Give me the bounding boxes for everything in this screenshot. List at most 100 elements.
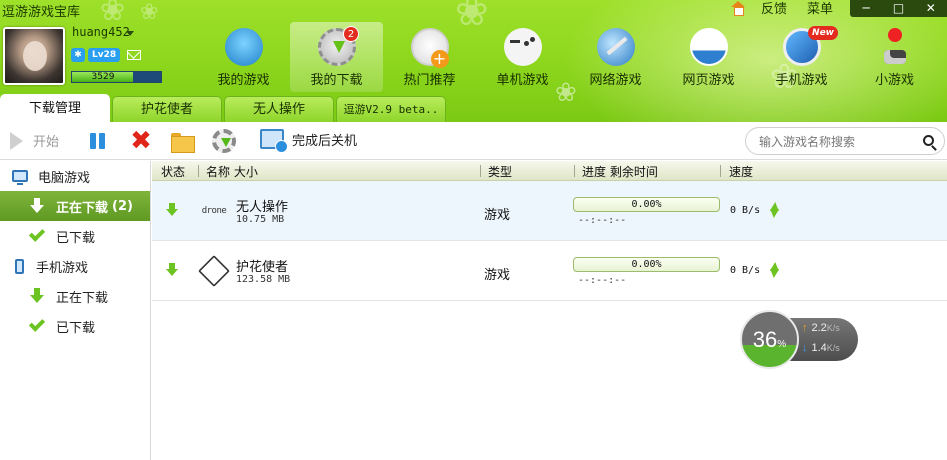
speed-percent-circle: 36% [740,310,799,369]
downloading-status-icon [166,263,178,277]
table-header: 状态 名称 大小 类型 进度 剩余时间 速度 [152,161,947,181]
nav-item-7[interactable]: 小游戏 [848,22,941,92]
table-row[interactable]: 护花使者 123.58 MB 游戏 0.00% --:--:-- 0 B/s [152,241,947,301]
download-speed: 0 B/s [730,265,761,276]
game-type: 游戏 [484,208,511,223]
qq-icon[interactable]: ✱ [71,48,85,62]
sidebar: 电脑游戏 正在下载 (2) 已下载 手机游戏 正在下载 已下载 [0,161,151,460]
nav-label: 网络游戏 [589,73,642,88]
nav-label: 小游戏 [874,73,914,88]
open-folder-button[interactable] [170,129,195,153]
nav-label: 我的下载 [310,73,363,88]
network-speed-widget[interactable]: 36% ↑ 2.2K/s ↓ 1.4K/s [740,310,858,369]
sidebar-category-mobile-games[interactable]: 手机游戏 [0,251,150,281]
minimize-button[interactable]: ─ [850,0,882,17]
shutdown-monitor-icon [260,129,288,153]
game-logo-unity-icon [198,255,230,287]
close-button[interactable]: ✕ [915,0,947,17]
shutdown-label: 完成后关机 [292,133,358,149]
accelerate-bolt-icon[interactable] [768,262,780,278]
start-label: 开始 [33,135,60,150]
download-settings-button[interactable] [212,129,236,153]
sidebar-item-pc-downloaded[interactable]: 已下载 [0,221,150,251]
play-icon [10,131,23,150]
download-arrow-icon: ↓ [802,342,808,354]
download-count: (2) [112,198,133,214]
table-row[interactable]: drone 无人操作 10.75 MB 游戏 0.00% --:--:-- 0 … [152,181,947,241]
tab-flower-guardian[interactable]: 护花使者 [112,96,222,122]
controller-user-icon [224,28,263,66]
nav-label: 单机游戏 [496,73,549,88]
download-arrow-icon [30,288,44,304]
pause-button[interactable] [86,129,110,153]
nav-item-3[interactable]: 单机游戏 [476,22,569,92]
chevron-down-icon[interactable] [126,31,134,36]
web-page-icon [689,28,728,66]
download-speed: 0 B/s [730,205,761,216]
nav-label: 我的游戏 [217,73,270,88]
download-value: 1.4 [811,342,827,354]
nav-item-1[interactable]: 2 我的下载 [290,22,383,92]
nav-item-2[interactable]: 热门推荐 [383,22,476,92]
nav-item-5[interactable]: 网页游戏 [662,22,755,92]
shutdown-after-complete-button[interactable]: 完成后关机 [260,129,358,153]
header-speed[interactable]: 速度 [729,163,753,180]
maximize-button[interactable]: □ [882,0,914,17]
progress-text: 0.00% [631,199,662,210]
progress-bar: 0.00% [573,197,720,212]
computer-icon [12,170,28,185]
header-type[interactable]: 类型 [488,163,512,180]
start-button[interactable]: 开始 [10,131,59,150]
search-icon[interactable] [923,135,934,146]
avatar[interactable] [3,27,65,85]
downloading-status-icon [166,203,178,217]
clover-decoration: ❀ [100,0,126,28]
progress-bar: 0.00% [573,257,720,272]
remaining-time: --:--:-- [578,215,627,226]
tab-download-manager[interactable]: 下载管理 [0,94,110,122]
app-title: 逗游游戏宝库 [2,5,81,20]
download-speed-total: ↓ 1.4K/s [802,342,840,354]
header-name-size[interactable]: 名称 大小 [206,163,258,180]
top-links: 反馈 菜单 [730,0,833,17]
search-input[interactable] [759,133,919,150]
mail-icon[interactable] [127,50,142,60]
search-box [745,127,945,155]
nav-label: 网页游戏 [682,73,735,88]
game-name: 护花使者 [236,260,289,275]
exp-value: 3529 [91,72,115,82]
percent-sign: % [777,339,787,350]
phone-icon [15,258,24,274]
nav-item-0[interactable]: 我的游戏 [197,22,290,92]
game-type: 游戏 [484,268,511,283]
nav-item-6[interactable]: New 手机游戏 [755,22,848,92]
remaining-time: --:--:-- [578,275,627,286]
sidebar-item-mobile-downloading[interactable]: 正在下载 [0,281,150,311]
menu-link[interactable]: 菜单 [807,0,833,17]
nav-label: 手机游戏 [775,73,828,88]
column-separator [720,165,721,177]
tab-version[interactable]: 逗游V2.9 beta.. [336,96,446,122]
header-progress-eta[interactable]: 进度 剩余时间 [582,163,658,180]
game-size: 123.58 MB [236,274,291,285]
sidebar-category-pc-games[interactable]: 电脑游戏 [0,161,150,191]
exp-bar: 3529 [71,71,162,83]
home-icon[interactable] [730,0,745,16]
delete-button[interactable]: ✖ [129,128,153,154]
header-status[interactable]: 状态 [161,163,185,180]
progress-text: 0.00% [631,259,662,270]
upload-value: 2.2 [811,322,827,334]
feedback-link[interactable]: 反馈 [761,0,787,17]
toolbar: 开始 ✖ 完成后关机 [0,122,947,160]
sidebar-item-mobile-downloaded[interactable]: 已下载 [0,311,150,341]
sidebar-label: 正在下载 [56,200,109,216]
column-separator [480,165,481,177]
nav-item-4[interactable]: 网络游戏 [569,22,662,92]
download-arrow-icon [30,198,44,214]
accelerate-bolt-icon[interactable] [768,202,780,218]
user-badges: ✱ Lv28 [71,48,142,62]
column-separator [574,165,575,177]
username[interactable]: huang452 [72,25,130,39]
sidebar-item-pc-downloading[interactable]: 正在下载 (2) [0,191,150,221]
tab-unmanned-operation[interactable]: 无人操作 [224,96,334,122]
